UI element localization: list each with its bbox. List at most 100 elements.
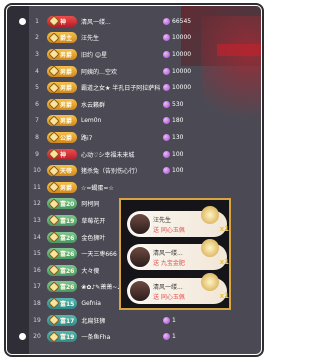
gem-icon bbox=[163, 34, 170, 42]
gift-text: 送 九宝金肥 bbox=[153, 260, 185, 267]
score: 100 bbox=[163, 167, 183, 175]
gem-icon bbox=[163, 17, 170, 25]
shield-icon bbox=[48, 231, 60, 243]
score-value: 100 bbox=[172, 150, 184, 158]
gem-icon bbox=[163, 167, 170, 175]
list-item[interactable]: 8 公爵 路i7 130 bbox=[29, 130, 261, 145]
user-name[interactable]: 霸道之女★ 半孔日子阿拉萨科 bbox=[81, 83, 171, 92]
user-name[interactable]: ☆=蝎蛋=☆ bbox=[81, 183, 171, 192]
shield-icon bbox=[48, 48, 60, 61]
shield-icon bbox=[48, 198, 60, 210]
user-name[interactable]: 一条鱼Fha bbox=[81, 332, 171, 341]
avatar bbox=[129, 213, 151, 235]
badge-label: 男爵 bbox=[60, 51, 73, 59]
gift-count: x1 bbox=[219, 225, 229, 233]
gem-icon bbox=[163, 67, 170, 75]
shield-icon bbox=[48, 297, 60, 310]
badge-label: 富15 bbox=[60, 300, 75, 308]
gift-icon bbox=[201, 239, 219, 257]
score: 66545 bbox=[163, 17, 192, 25]
list-item[interactable]: 20 富19 一条鱼Fha 1 bbox=[29, 329, 261, 344]
score-value: 10000 bbox=[172, 50, 192, 58]
user-name[interactable]: 汪先生 bbox=[81, 33, 171, 42]
badge-label: 男爵 bbox=[60, 68, 73, 76]
shield-icon bbox=[48, 214, 60, 227]
badge-label: 男爵 bbox=[60, 101, 73, 109]
list-item[interactable]: 19 富17 北扁狂狮 1 bbox=[29, 313, 261, 328]
score: 10000 bbox=[163, 84, 191, 92]
list-item[interactable]: 3 男爵 旧约 ☺星 10000 bbox=[29, 47, 261, 62]
list-item[interactable]: 2 爵主 汪先生 10000 bbox=[29, 31, 261, 46]
level-badge: 公爵 bbox=[47, 131, 77, 144]
list-item[interactable]: 10 天帝 猪杀兔（告别伤心行） 100 bbox=[29, 163, 261, 178]
list-item[interactable]: 6 男爵 水云籁群 530 bbox=[29, 97, 261, 112]
level-badge: 男爵 bbox=[47, 65, 77, 77]
rank-number: 3 bbox=[35, 50, 39, 58]
rank-number: 14 bbox=[33, 233, 41, 241]
user-name[interactable]: Lem0n bbox=[81, 117, 171, 124]
shield-icon bbox=[48, 131, 60, 144]
gem-icon bbox=[163, 50, 170, 58]
badge-label: 天帝 bbox=[60, 168, 73, 176]
badge-label: 富26 bbox=[60, 267, 75, 275]
rank-number: 15 bbox=[33, 250, 41, 258]
level-badge: 富26 bbox=[47, 231, 78, 243]
gift-icon bbox=[201, 273, 219, 291]
gem-icon bbox=[163, 150, 170, 158]
list-item[interactable]: 4 男爵 阿姨的…空欢 10000 bbox=[29, 64, 261, 79]
gift-count: x1 bbox=[219, 258, 229, 266]
score: 100 bbox=[163, 150, 184, 158]
rank-number: 8 bbox=[35, 133, 39, 141]
shield-icon bbox=[48, 32, 60, 44]
level-badge: 富26 bbox=[47, 264, 78, 276]
badge-label: 神 bbox=[60, 18, 67, 26]
level-badge: 富17 bbox=[47, 314, 78, 326]
rank-number: 16 bbox=[33, 266, 41, 274]
score: 10000 bbox=[163, 34, 191, 42]
user-name[interactable]: 清风一缕... bbox=[81, 17, 171, 26]
rank-number: 6 bbox=[35, 100, 39, 108]
shield-icon bbox=[48, 330, 60, 343]
badge-label: 富26 bbox=[60, 284, 75, 292]
rank-number: 17 bbox=[33, 283, 41, 291]
level-badge: 男爵 bbox=[47, 181, 77, 193]
score-value: 66545 bbox=[172, 17, 192, 25]
rank-number: 7 bbox=[35, 117, 39, 125]
gem-icon bbox=[163, 117, 170, 125]
rank-number: 18 bbox=[33, 299, 41, 307]
list-item[interactable]: 11 男爵 ☆=蝎蛋=☆ bbox=[29, 180, 261, 195]
avatar bbox=[129, 246, 151, 268]
list-item[interactable]: 9 神 心动♡シ幸福未来城 100 bbox=[29, 147, 261, 162]
badge-label: 爵主 bbox=[60, 35, 73, 43]
gem-icon bbox=[163, 133, 170, 141]
rank-number: 4 bbox=[35, 67, 39, 75]
level-badge: 男爵 bbox=[47, 98, 77, 110]
user-name[interactable]: 阿姨的…空欢 bbox=[81, 67, 171, 76]
badge-label: 富19 bbox=[60, 334, 75, 342]
score-value: 1 bbox=[172, 316, 176, 324]
rank-number: 11 bbox=[33, 183, 41, 191]
level-badge: 男爵 bbox=[47, 48, 77, 61]
list-item[interactable]: 1 神 清风一缕... 66545 bbox=[29, 14, 261, 29]
badge-label: 富17 bbox=[60, 317, 75, 325]
dot-indicator bbox=[19, 333, 26, 340]
user-name[interactable]: 心动♡シ幸福未来城 bbox=[81, 150, 171, 159]
shield-icon bbox=[48, 148, 60, 160]
user-name[interactable]: 猪杀兔（告别伤心行） bbox=[81, 166, 171, 175]
score-value: 180 bbox=[172, 117, 184, 125]
rank-number: 12 bbox=[33, 200, 41, 208]
shield-icon bbox=[48, 314, 60, 326]
shield-icon bbox=[48, 65, 60, 77]
level-badge: 富26 bbox=[47, 281, 78, 293]
list-item[interactable]: 5 男爵 霸道之女★ 半孔日子阿拉萨科 10000 bbox=[29, 80, 261, 95]
user-name[interactable]: 路i7 bbox=[81, 133, 171, 142]
user-name[interactable]: 旧约 ☺星 bbox=[81, 50, 171, 59]
user-name[interactable]: 水云籁群 bbox=[81, 100, 171, 109]
user-name[interactable]: 北扁狂狮 bbox=[81, 316, 171, 325]
rank-number: 1 bbox=[35, 17, 39, 25]
rank-number: 19 bbox=[33, 316, 41, 324]
list-item[interactable]: 7 男爵 Lem0n 180 bbox=[29, 114, 261, 129]
gift-sender: 清风一缕... bbox=[153, 250, 183, 257]
gift-item: 清风一缕... 送 同心玉佩 x1 bbox=[127, 273, 229, 304]
badge-label: 富19 bbox=[60, 217, 75, 225]
